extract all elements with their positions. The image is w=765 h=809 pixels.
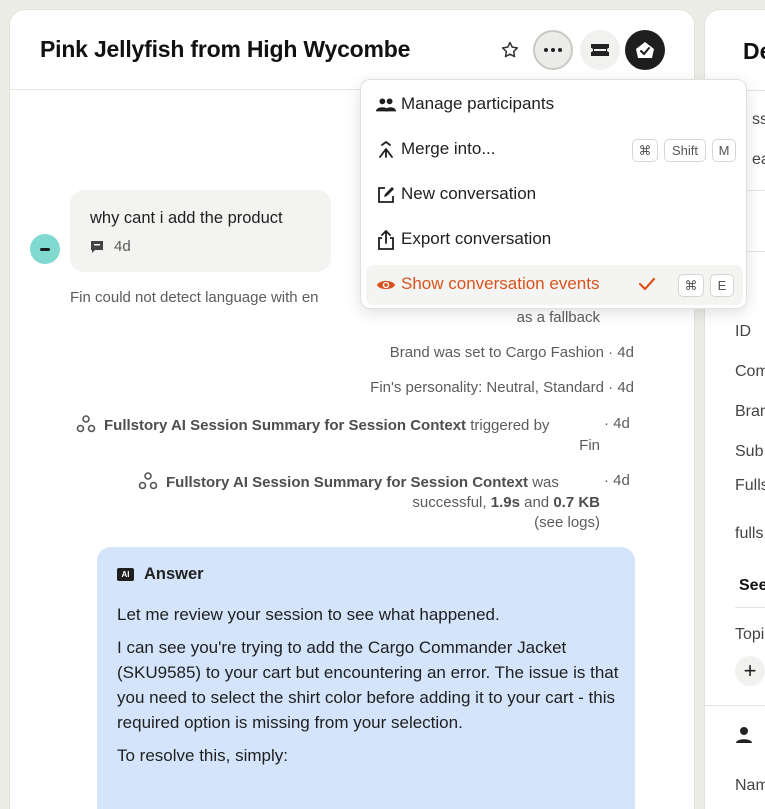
menu-item-show-conversation-events[interactable]: Show conversation events ⌘ E [366, 265, 743, 305]
workflow-icon [138, 472, 158, 490]
menu-item-label: New conversation [401, 184, 537, 203]
details-field-label: Sub [735, 443, 764, 460]
event-language-line2: as a fallback [516, 309, 600, 326]
success-time: · 4d [604, 472, 630, 489]
eye-icon [376, 275, 396, 295]
user-message-text: why cant i add the product [90, 209, 283, 227]
star-button[interactable] [490, 30, 530, 70]
ticket-icon [591, 44, 609, 56]
star-icon [501, 41, 519, 58]
user-message-bubble: why cant i add the product 4d [70, 190, 331, 272]
answer-label: Answer [144, 565, 204, 583]
add-topic-button[interactable]: + [735, 656, 765, 686]
topics-label: Topi [735, 626, 765, 643]
ellipsis-icon [544, 48, 562, 52]
message-meta: 4d [90, 238, 131, 255]
ticket-button[interactable] [580, 30, 620, 70]
details-field-label: Fulls [735, 477, 765, 494]
success-was: was [528, 474, 559, 491]
details-field-label: fulls [735, 525, 764, 542]
answer-body: Let me review your session to see what h… [117, 602, 622, 776]
details-field-label: Bran [735, 403, 765, 420]
conversation-header: Pink Jellyfish from High Wycombe [10, 10, 694, 90]
see-logs-link[interactable]: (see logs) [410, 513, 600, 533]
shortcut-key: Shift [664, 139, 706, 162]
answer-paragraph: I can see you're trying to add the Cargo… [117, 638, 619, 732]
details-id-label: ID [735, 323, 751, 340]
success-prefix: successful, [412, 494, 491, 511]
menu-item-label: Export conversation [401, 229, 552, 248]
answer-paragraph: Let me review your session to see what h… [117, 605, 500, 624]
workflow-icon [76, 415, 96, 433]
person-icon [736, 727, 752, 743]
shortcut-key: M [712, 139, 736, 162]
checkmark-icon [638, 277, 656, 291]
menu-item-merge-into[interactable]: Merge into... ⌘ Shift M [366, 130, 743, 170]
chat-icon [91, 240, 103, 253]
event-brand: Brand was set to Cargo Fashion · 4d [389, 344, 634, 361]
shortcut-key: E [710, 274, 734, 297]
menu-item-export-conversation[interactable]: Export conversation [366, 220, 743, 260]
trigger-workflow-name[interactable]: Fullstory AI Session Summary for Session… [104, 417, 466, 434]
success-duration: 1.9s [490, 494, 520, 511]
menu-item-new-conversation[interactable]: New conversation [366, 175, 743, 215]
name-label: Nam [735, 777, 765, 794]
event-language-line1: Fin could not detect language with en [70, 289, 319, 306]
people-icon [376, 95, 396, 115]
merge-icon [376, 140, 396, 160]
menu-item-label: Manage participants [401, 94, 555, 113]
details-field-label: Com [735, 363, 765, 380]
conversation-options-menu: Manage participants Merge into... ⌘ Shif… [360, 79, 747, 309]
message-time: 4d [114, 238, 131, 255]
conversation-title: Pink Jellyfish from High Wycombe [40, 36, 411, 62]
details-text: ear [752, 151, 765, 168]
export-icon [376, 230, 396, 250]
more-options-button[interactable] [533, 30, 573, 70]
menu-item-label: Show conversation events [401, 274, 600, 293]
details-title: De [743, 38, 765, 64]
ai-answer-bubble: AI Answer Let me review your session to … [97, 547, 635, 809]
close-conversation-button[interactable] [625, 30, 665, 70]
menu-item-label: Merge into... [401, 139, 496, 158]
plus-icon: + [743, 658, 757, 683]
compose-icon [376, 185, 396, 205]
menu-item-manage-participants[interactable]: Manage participants [366, 85, 743, 125]
event-personality: Fin's personality: Neutral, Standard · 4… [370, 379, 634, 396]
trigger-time: · 4d [604, 415, 630, 432]
see-all-link[interactable]: See [739, 577, 765, 595]
close-conversation-icon [636, 42, 654, 58]
ai-badge-icon: AI [117, 568, 134, 581]
details-text: ssi [752, 111, 765, 128]
trigger-by: Fin [579, 437, 600, 454]
success-workflow-name[interactable]: Fullstory AI Session Summary for Session… [166, 474, 528, 491]
answer-header: AI Answer [117, 565, 204, 584]
answer-paragraph: To resolve this, simply: [117, 746, 288, 765]
shortcut-key: ⌘ [678, 274, 704, 297]
trigger-suffix: triggered by [466, 417, 550, 434]
success-size: 0.7 KB [553, 494, 600, 511]
success-and: and [519, 494, 554, 511]
shortcut-key: ⌘ [632, 139, 658, 162]
avatar[interactable] [30, 234, 60, 264]
